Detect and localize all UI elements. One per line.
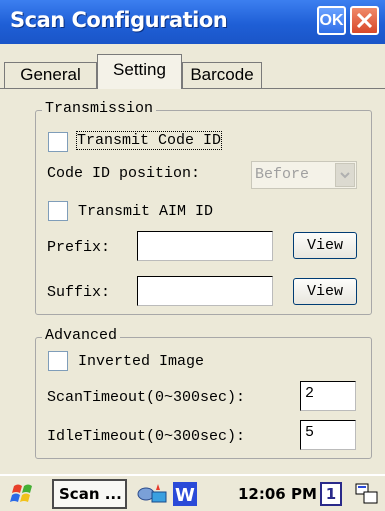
tab-general[interactable]: General xyxy=(4,62,97,88)
word-icon[interactable]: W xyxy=(172,481,198,507)
title-bar: Scan Configuration OK xyxy=(0,0,385,44)
tab-strip: General Setting Barcode xyxy=(0,44,385,92)
chevron-down-icon xyxy=(340,172,350,179)
tab-setting[interactable]: Setting xyxy=(97,54,182,89)
taskbar-scan-button[interactable]: Scan ... xyxy=(52,479,127,509)
idle-timeout-input[interactable]: 5 xyxy=(300,420,356,450)
scan-timeout-input[interactable]: 2 xyxy=(300,381,356,411)
scan-timeout-label: ScanTimeout(0~300sec): xyxy=(47,389,246,406)
code-id-position-label: Code ID position: xyxy=(47,165,201,182)
prefix-label: Prefix: xyxy=(47,239,111,256)
ok-button[interactable]: OK xyxy=(317,6,346,35)
close-button[interactable] xyxy=(350,6,379,35)
svg-text:W: W xyxy=(175,485,195,506)
prefix-input[interactable] xyxy=(137,231,273,261)
tab-divider xyxy=(0,88,385,89)
transmission-group-label: Transmission xyxy=(42,100,157,117)
tab-barcode[interactable]: Barcode xyxy=(182,62,262,88)
idle-timeout-label: IdleTimeout(0~300sec): xyxy=(47,428,246,445)
code-id-position-value: Before xyxy=(255,166,310,183)
inverted-image-label[interactable]: Inverted Image xyxy=(78,353,204,370)
suffix-view-button[interactable]: View xyxy=(293,278,357,305)
close-icon xyxy=(357,13,372,28)
suffix-input[interactable] xyxy=(137,276,273,306)
window-title: Scan Configuration xyxy=(10,8,228,32)
input-panel-icon[interactable] xyxy=(354,482,380,506)
clock[interactable]: 12:06 PM xyxy=(238,485,317,503)
prefix-view-button[interactable]: View xyxy=(293,232,357,259)
transmit-code-id-checkbox[interactable] xyxy=(48,132,68,152)
inverted-image-checkbox[interactable] xyxy=(48,351,68,371)
start-flag-icon[interactable] xyxy=(8,482,40,506)
input-indicator[interactable]: 1 xyxy=(320,482,342,506)
transmit-aim-id-label[interactable]: Transmit AIM ID xyxy=(78,203,213,220)
advanced-group-label: Advanced xyxy=(42,327,121,344)
taskbar: Scan ... W 12:06 PM 1 xyxy=(0,474,385,511)
code-id-position-select[interactable]: Before xyxy=(251,161,357,189)
suffix-label: Suffix: xyxy=(47,284,111,301)
transmit-aim-id-checkbox[interactable] xyxy=(48,201,68,221)
connectivity-icon[interactable] xyxy=(136,482,168,506)
dropdown-arrow[interactable] xyxy=(335,163,355,187)
transmit-code-id-label[interactable]: Transmit Code ID xyxy=(75,131,223,150)
